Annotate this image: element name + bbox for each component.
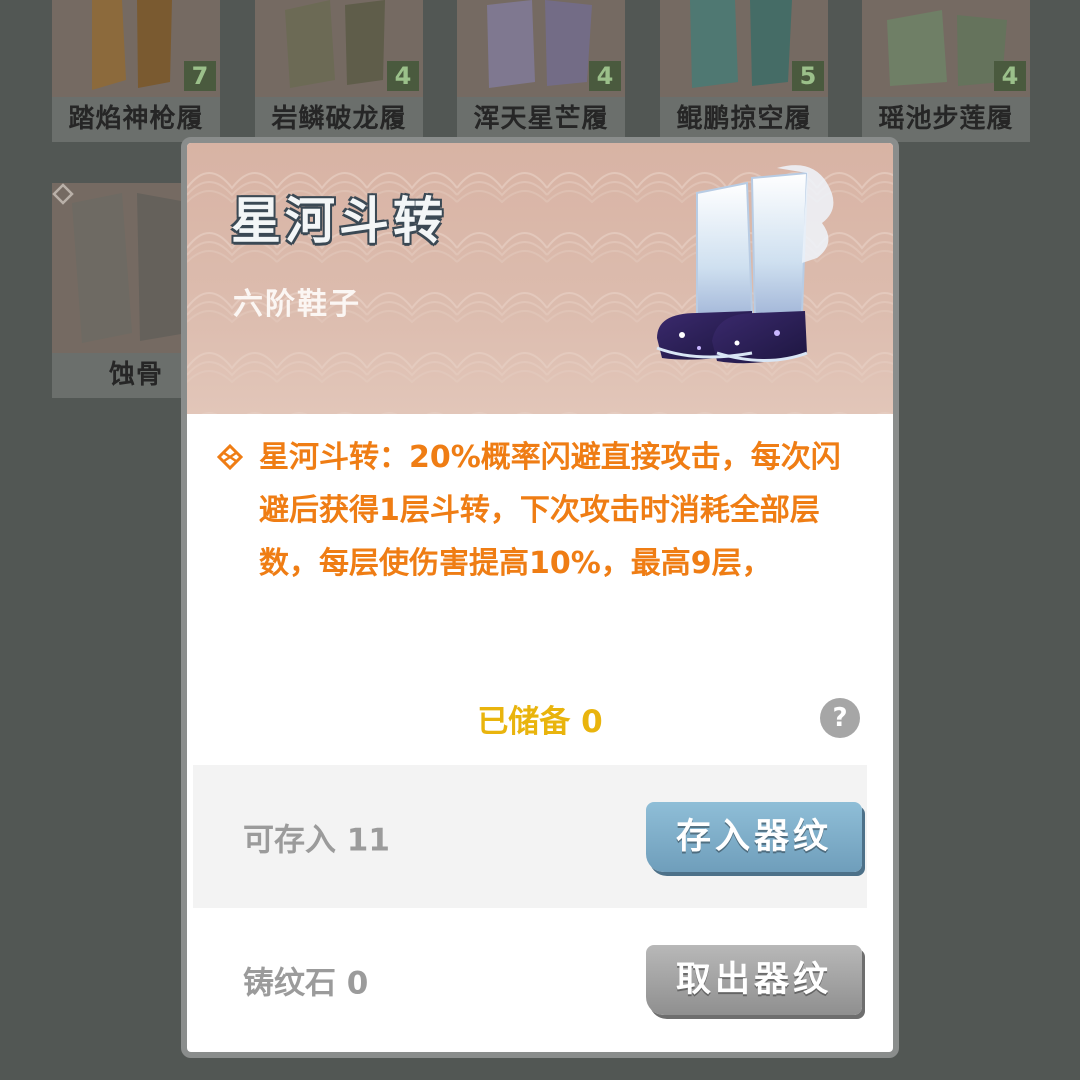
stored-count: 已储备 0 [477,704,603,740]
grid-item-tayan[interactable]: 7 踏焰神枪履 [52,0,220,142]
deposit-pattern-button[interactable]: 存入器纹 [646,801,862,872]
help-button[interactable]: ? [820,698,860,738]
item-detail-modal: 星河斗转 六阶鞋子 星河斗转：20%概率闪避直接攻击，每次闪避后获得1层斗转，下… [181,137,899,1058]
item-art: 7 [52,0,220,97]
effect-text: 星河斗转：20%概率闪避直接攻击，每次闪避后获得1层斗转，下次攻击时消耗全部层数… [259,440,841,581]
item-count: 5 [792,61,824,91]
casting-stone-label: 铸纹石 0 [243,965,369,1001]
item-art: 5 [660,0,828,97]
deposit-row: 可存入 11 存入器纹 [193,765,867,908]
grid-item-huntian[interactable]: 4 浑天星芒履 [457,0,625,142]
rune-icon [217,444,243,470]
item-art: 4 [457,0,625,97]
item-title: 星河斗转 [231,192,447,250]
item-subtitle: 六阶鞋子 [233,287,361,322]
item-count: 7 [184,61,216,91]
item-count: 4 [589,61,621,91]
boots-icon [656,165,834,364]
rune-icon [52,183,74,205]
item-art: 4 [255,0,423,97]
item-count: 4 [387,61,419,91]
item-count: 4 [994,61,1026,91]
withdraw-pattern-button[interactable]: 取出器纹 [646,944,862,1015]
item-name: 瑶池步莲履 [862,97,1030,142]
grid-item-kunpeng[interactable]: 5 鲲鹏掠空履 [660,0,828,142]
deposit-available-label: 可存入 11 [243,822,390,858]
modal-header: 星河斗转 六阶鞋子 [187,143,893,414]
item-name: 岩鳞破龙履 [255,97,423,142]
item-name: 踏焰神枪履 [52,97,220,142]
item-name: 浑天星芒履 [457,97,625,142]
effect-description: 星河斗转：20%概率闪避直接攻击，每次闪避后获得1层斗转，下次攻击时消耗全部层数… [217,431,867,590]
item-art: 4 [862,0,1030,97]
grid-item-yanlin[interactable]: 4 岩鳞破龙履 [255,0,423,142]
item-name: 鲲鹏掠空履 [660,97,828,142]
grid-item-yaochi[interactable]: 4 瑶池步莲履 [862,0,1030,142]
stored-row: 已储备 0 ? [187,688,893,748]
withdraw-row: 铸纹石 0 取出器纹 [193,908,867,1051]
